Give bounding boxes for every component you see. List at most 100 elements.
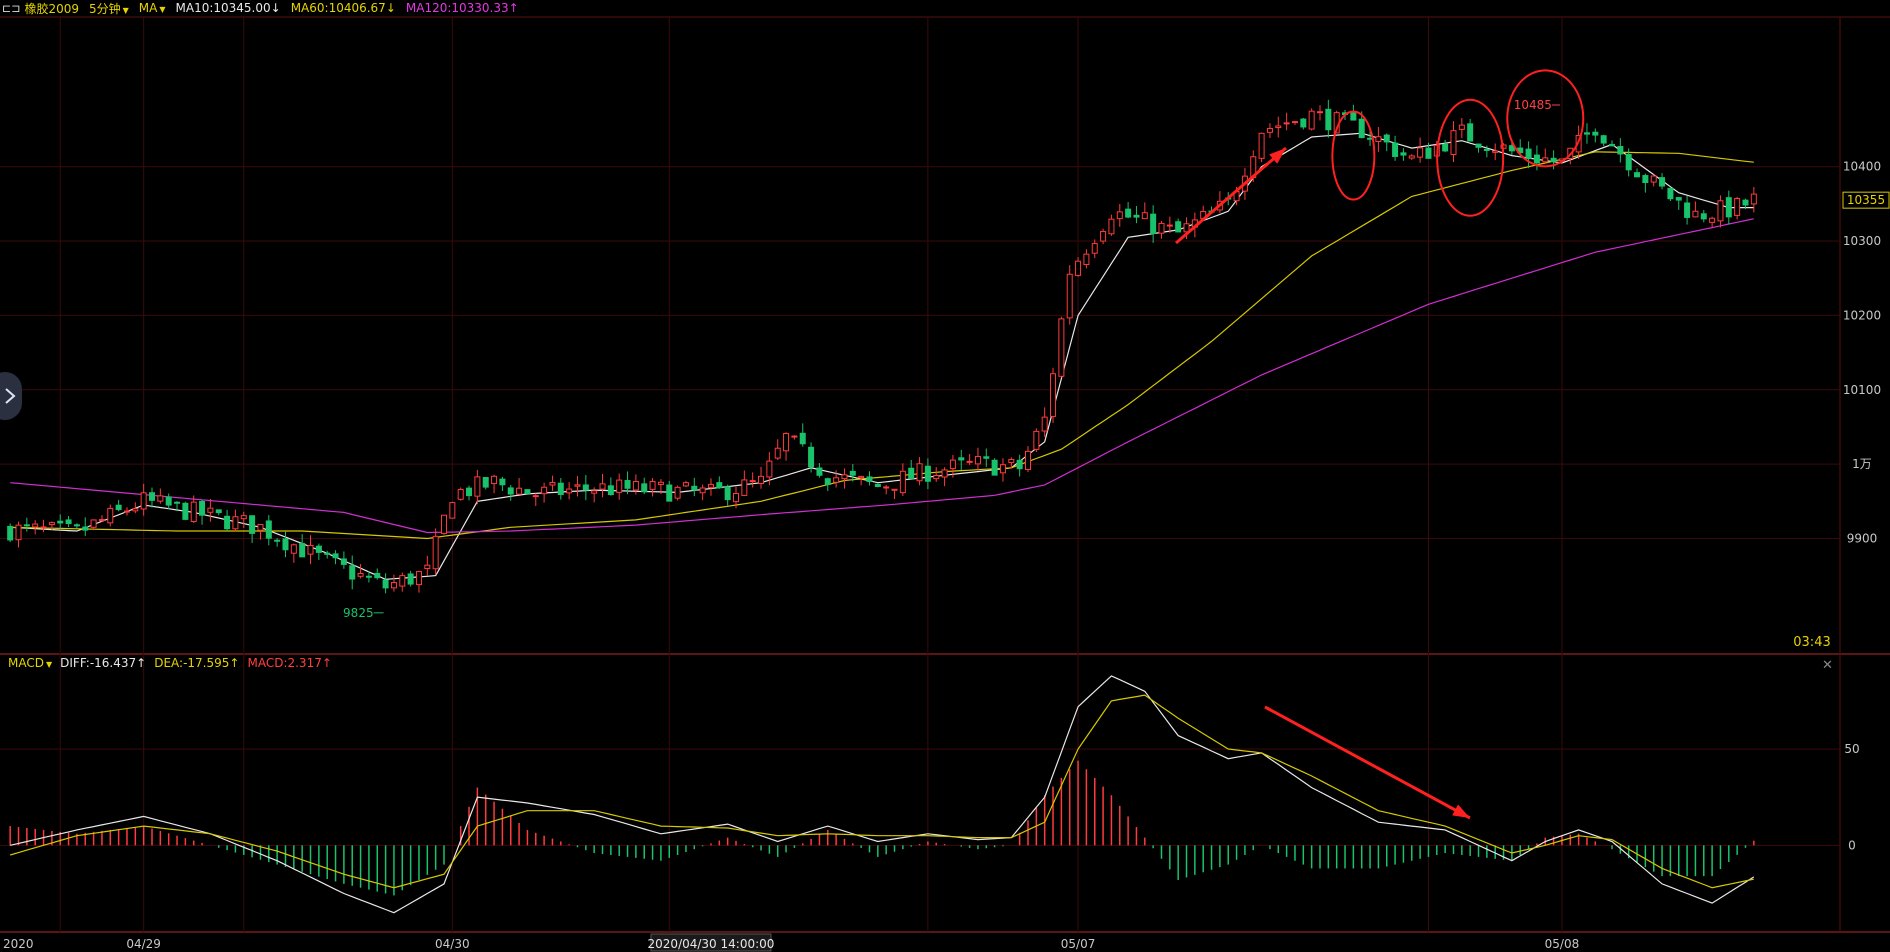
down-candle: [824, 478, 831, 486]
down-candle: [1592, 131, 1599, 136]
window-switch-icon[interactable]: ⊏⊐: [2, 2, 20, 15]
up-candle: [516, 487, 523, 495]
up-candle: [1316, 111, 1324, 114]
up-candle: [1258, 132, 1265, 159]
up-candle: [541, 486, 548, 495]
down-candle: [1684, 202, 1691, 218]
up-candle: [290, 544, 297, 554]
down-candle: [65, 519, 72, 525]
up-candle: [1033, 430, 1040, 450]
down-candle: [1533, 154, 1540, 164]
up-candle: [1166, 224, 1173, 227]
up-candle: [1041, 416, 1048, 432]
down-candle: [724, 486, 731, 501]
up-candle: [232, 516, 239, 530]
annotation-arrow: [1175, 146, 1287, 245]
down-candle: [499, 478, 506, 486]
down-candle: [407, 573, 414, 585]
up-candle: [390, 582, 397, 589]
up-candle: [1542, 157, 1549, 163]
ma10-value: MA10:10345.00↓: [175, 1, 281, 15]
up-candle: [157, 495, 164, 502]
up-candle: [1734, 197, 1741, 216]
price-axis-tick: 10100: [1843, 383, 1881, 397]
down-candle: [908, 467, 915, 480]
down-candle: [716, 482, 723, 489]
up-candle: [48, 522, 55, 526]
up-candle: [1008, 458, 1015, 463]
down-candle: [148, 492, 156, 501]
down-candle: [1133, 214, 1140, 218]
down-candle: [1659, 177, 1666, 187]
down-candle: [958, 457, 965, 461]
up-candle: [15, 524, 22, 541]
down-candle: [365, 575, 372, 578]
expand-sidebar-button[interactable]: [0, 372, 22, 420]
up-candle: [916, 463, 923, 482]
candlesticks: [7, 99, 1757, 594]
macd-label: MACD: [8, 656, 44, 670]
current-price-label: 10355: [1847, 193, 1885, 207]
up-candle: [357, 573, 364, 577]
annotation-ellipse: [1331, 110, 1376, 201]
up-candle: [883, 486, 890, 489]
down-candle: [324, 552, 331, 555]
down-candle: [1583, 132, 1590, 135]
up-candle: [40, 526, 47, 529]
close-icon[interactable]: ✕: [1822, 658, 1833, 673]
up-candle: [240, 515, 247, 520]
up-candle: [257, 523, 264, 531]
down-candle: [1600, 135, 1607, 144]
down-candle: [1150, 213, 1157, 235]
up-candle: [1650, 175, 1657, 183]
chart-canvas[interactable]: 10400 10300 10200 10100 1万 9900 50 0 2020 04/29 04…: [0, 0, 1890, 952]
up-candle: [90, 519, 97, 528]
down-candle: [174, 501, 181, 504]
down-candle: [332, 553, 339, 559]
chevron-down-icon: ▼: [45, 660, 53, 669]
down-candle: [849, 470, 856, 476]
down-candle: [466, 487, 473, 497]
up-candle: [616, 479, 623, 493]
down-candle: [1475, 143, 1482, 148]
period-label: 5分钟: [88, 1, 121, 16]
down-candle: [1725, 197, 1732, 218]
down-candle: [1467, 123, 1474, 142]
down-candle: [691, 485, 698, 491]
symbol-label[interactable]: 橡胶2009: [24, 0, 79, 17]
up-candle: [1692, 210, 1699, 218]
date-axis-tick: 2020: [3, 937, 34, 951]
period-dropdown[interactable]: 5分钟 ▼: [89, 0, 129, 17]
down-candle: [7, 525, 14, 541]
down-candle: [1358, 118, 1365, 139]
macd-dropdown[interactable]: MACD ▼: [8, 656, 52, 670]
down-candle: [182, 502, 189, 520]
down-candle: [349, 565, 356, 580]
chart-header: ⊏⊐ 橡胶2009 5分钟 ▼ MA ▼ MA10:10345.00↓ MA60:1…: [0, 0, 519, 16]
up-candle: [1709, 217, 1716, 223]
down-candle: [1550, 157, 1557, 163]
chevron-right-icon: [5, 388, 16, 404]
up-candle: [1450, 130, 1457, 156]
up-candle: [1717, 200, 1724, 222]
chevron-down-icon: ▼: [122, 5, 129, 15]
up-candle: [632, 481, 639, 491]
up-candle: [190, 501, 197, 522]
chevron-down-icon: ▼: [159, 5, 166, 14]
down-candle: [274, 539, 281, 542]
down-candle: [165, 496, 172, 506]
up-candle: [1266, 127, 1273, 133]
up-candle: [699, 487, 706, 494]
down-candle: [1442, 143, 1449, 152]
up-candle: [132, 508, 139, 512]
ma-line-ma120: [10, 218, 1754, 534]
indicator-dropdown[interactable]: MA ▼: [139, 1, 166, 15]
macd-panel: [9, 675, 1755, 914]
up-candle: [591, 490, 598, 494]
up-candle: [1024, 450, 1032, 471]
up-candle: [933, 475, 940, 480]
down-candle: [1525, 148, 1532, 159]
date-axis-tick: 05/07: [1061, 937, 1096, 951]
down-candle: [1742, 199, 1749, 206]
down-candle: [816, 467, 823, 476]
